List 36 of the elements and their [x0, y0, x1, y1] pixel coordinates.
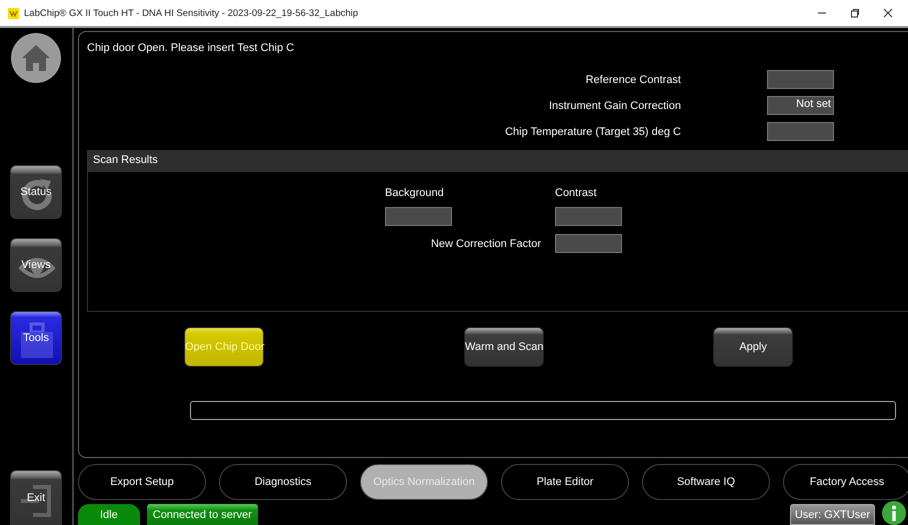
app-logo-icon	[8, 8, 19, 18]
action-button[interactable]: Apply	[713, 327, 794, 367]
tab[interactable]: Plate Editor	[501, 464, 629, 500]
section-header: Scan Results	[88, 151, 908, 172]
nav-button[interactable]: Status	[10, 165, 62, 219]
reading-field: Not set	[767, 96, 834, 115]
close-icon	[883, 8, 893, 18]
background-field	[385, 207, 452, 226]
reading-label: Instrument Gain Correction	[548, 100, 681, 112]
home-icon	[21, 44, 51, 72]
action-button[interactable]: Warm and Scan	[464, 327, 544, 367]
state-indicator: Idle	[78, 504, 140, 525]
user-label: User: GXTUser	[790, 504, 875, 525]
field-label: New Correction Factor	[430, 238, 542, 250]
tab[interactable]: Factory Access	[783, 464, 908, 500]
exit-button[interactable]: Exit	[10, 470, 62, 525]
home-button[interactable]	[11, 33, 61, 83]
reading-field	[767, 70, 834, 89]
reading-label: Chip Temperature (Target 35) deg C	[504, 126, 681, 138]
column-label: Background	[385, 187, 445, 199]
nav-button[interactable]: Tools	[10, 311, 62, 365]
nav-button[interactable]: Views	[10, 238, 62, 292]
window-title: LabChip® GX II Touch HT - DNA HI Sensitivity - 2023-09-22_19-56-32_Labchip	[24, 8, 360, 18]
reading-label: Reference Contrast	[584, 74, 681, 86]
reading-field	[767, 122, 834, 141]
info-icon[interactable]	[882, 501, 906, 525]
tab[interactable]: Export Setup	[78, 464, 206, 500]
status-message: Chip door Open. Please insert Test Chip C	[87, 42, 294, 54]
connection-indicator: Connected to server	[146, 504, 258, 525]
tab[interactable]: Software IQ	[642, 464, 770, 500]
restore-icon	[850, 8, 860, 18]
contrast-field	[555, 207, 622, 226]
correction-factor-field	[555, 234, 622, 253]
column-label: Contrast	[555, 187, 598, 199]
tab[interactable]: Diagnostics	[219, 464, 347, 500]
toolbox-icon	[19, 322, 55, 360]
